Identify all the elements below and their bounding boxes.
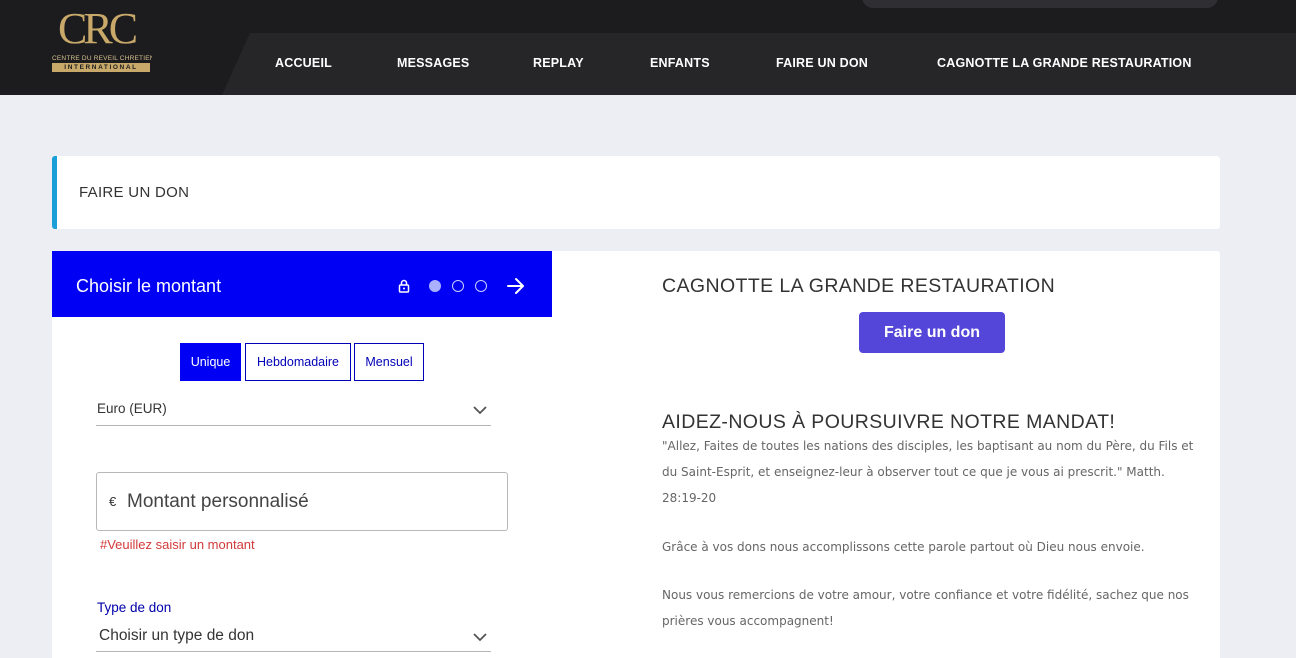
- page-title: FAIRE UN DON: [79, 184, 190, 201]
- scripture-paragraph: "Allez, Faites de toutes les nations des…: [662, 439, 1194, 505]
- logo-mark: CRC: [58, 4, 138, 53]
- mandate-title: AIDEZ-NOUS À POURSUIVRE NOTRE MANDAT!: [662, 411, 1116, 433]
- frequency-hebdomadaire-button[interactable]: Hebdomadaire: [245, 343, 351, 381]
- donation-type-label: Type de don: [97, 600, 172, 615]
- step-dot-1: [429, 280, 441, 292]
- donate-button[interactable]: Faire un don: [859, 312, 1005, 353]
- currency-select-value: Euro (EUR): [97, 401, 167, 416]
- frequency-mensuel-button[interactable]: Mensuel: [354, 343, 424, 381]
- donation-widget-header: Choisir le montant: [52, 251, 552, 317]
- currency-select[interactable]: Euro (EUR): [96, 399, 491, 426]
- logo-text-line2: INTERNATIONAL: [52, 63, 150, 72]
- nav-item-cagnotte[interactable]: CAGNOTTE LA GRANDE RESTAURATION: [937, 56, 1192, 70]
- nav-item-replay[interactable]: REPLAY: [533, 56, 584, 70]
- donation-type-select[interactable]: Choisir un type de don: [96, 623, 491, 652]
- logo-text-line1: CENTRE DU REVEIL CHRETIEN: [52, 55, 152, 62]
- thanks-paragraph: Nous vous remercions de votre amour, vot…: [662, 588, 1189, 628]
- site-header: CRC CENTRE DU REVEIL CHRETIEN INTERNATIO…: [0, 0, 1296, 95]
- amount-error-message: #Veuillez saisir un montant: [100, 537, 255, 552]
- nav-item-enfants[interactable]: ENFANTS: [650, 56, 710, 70]
- step-dot-3: [475, 280, 487, 292]
- mission-paragraph: Grâce à vos dons nous accomplissons cett…: [662, 540, 1145, 554]
- arrow-right-icon[interactable]: [506, 277, 526, 295]
- chevron-down-icon: [473, 633, 487, 642]
- donation-type-placeholder: Choisir un type de don: [99, 627, 255, 644]
- step-dot-2: [452, 280, 464, 292]
- site-logo[interactable]: CRC CENTRE DU REVEIL CHRETIEN INTERNATIO…: [50, 6, 154, 72]
- euro-sign: €: [109, 494, 117, 509]
- amount-input[interactable]: [127, 487, 497, 517]
- nav-item-accueil[interactable]: ACCUEIL: [275, 56, 332, 70]
- campaign-title: CAGNOTTE LA GRANDE RESTAURATION: [662, 275, 1056, 297]
- frequency-unique-button[interactable]: Unique: [180, 343, 241, 381]
- lock-icon: [398, 279, 410, 293]
- amount-field[interactable]: €: [96, 472, 508, 531]
- chevron-down-icon: [473, 406, 487, 415]
- nav-item-messages[interactable]: MESSAGES: [397, 56, 469, 70]
- donation-widget-title: Choisir le montant: [76, 276, 222, 296]
- top-search-bar[interactable]: [862, 0, 1218, 8]
- page-title-card: FAIRE UN DON: [52, 156, 1220, 229]
- nav-item-faire-un-don[interactable]: FAIRE UN DON: [776, 56, 868, 70]
- main-card: Choisir le montant Unique Hebdomadaire M…: [52, 251, 1220, 658]
